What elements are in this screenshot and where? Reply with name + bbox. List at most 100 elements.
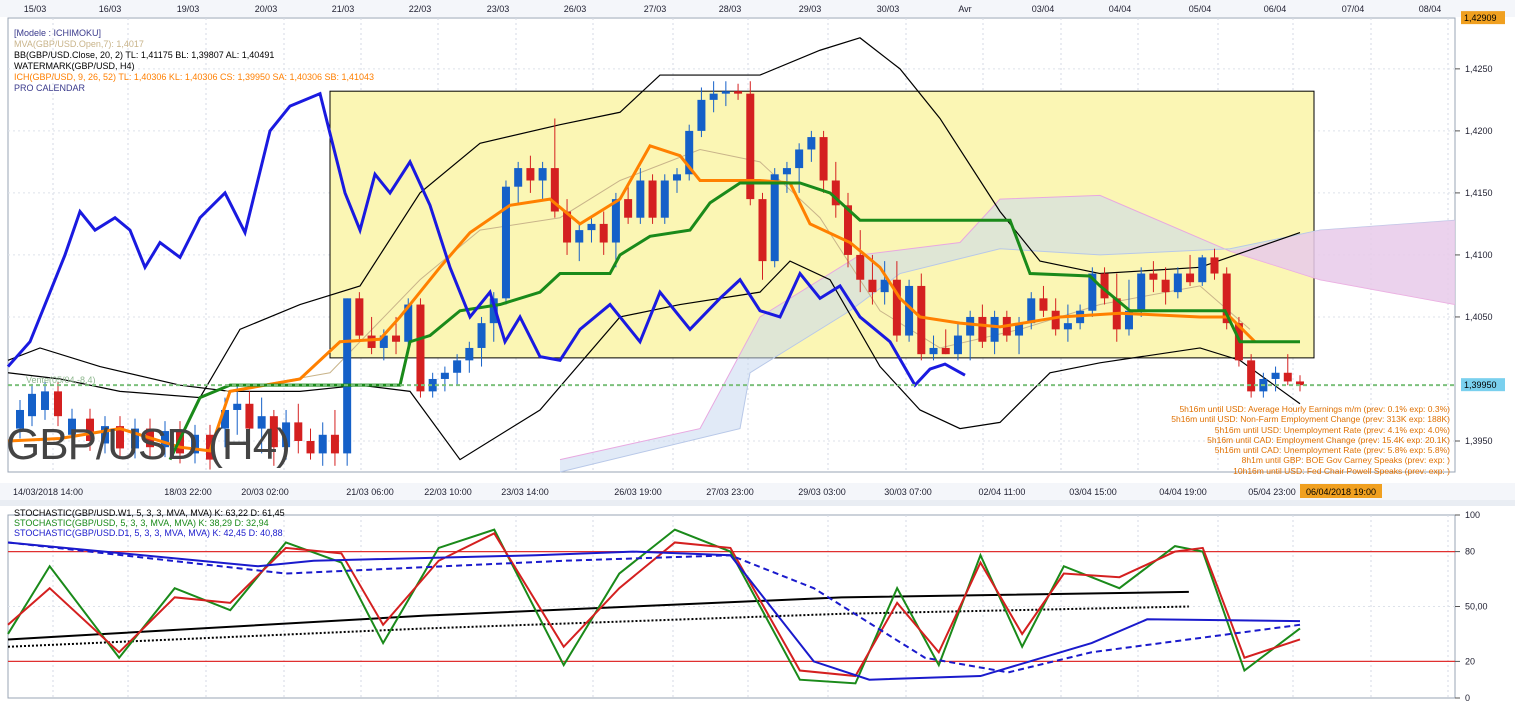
top-date-label: 08/04: [1419, 4, 1442, 14]
bottom-date-label: 21/03 06:00: [346, 487, 394, 497]
legend-stoch-w1: STOCHASTIC(GBP/USD.W1, 5, 3, 3, MVA, MVA…: [14, 508, 285, 518]
bull-candle: [929, 347, 938, 355]
bottom-date-label: 03/04 15:00: [1069, 487, 1117, 497]
bear-candle: [1186, 273, 1195, 283]
bull-candle: [770, 174, 779, 262]
cursor-date-label: 06/04/2018 19:00: [1306, 487, 1376, 497]
bear-candle: [868, 279, 877, 293]
bull-candle: [575, 230, 584, 243]
trading-chart[interactable]: 15/03 16/03 19/03 20/03 21/03 22/03 23/03 26/03…: [0, 0, 1515, 705]
top-date-label: 27/03: [644, 4, 667, 14]
bear-candle: [526, 168, 535, 181]
bull-candle: [1198, 257, 1207, 283]
bull-candle: [318, 434, 327, 454]
bottom-date-label: 04/04 19:00: [1159, 487, 1207, 497]
bear-candle: [648, 180, 657, 218]
top-date-label: 26/03: [564, 4, 587, 14]
bear-candle: [599, 223, 608, 243]
top-date-label: 23/03: [487, 4, 510, 14]
calendar-events: 5h16m until USD: Average Hourly Earnings…: [1080, 404, 1450, 476]
sell-label: Vente(05/04,-8,4): [26, 375, 96, 385]
top-price-label: 1,42909: [1464, 13, 1497, 23]
price-tick-label: 1,4250: [1465, 64, 1493, 74]
bull-candle: [807, 137, 816, 150]
bottom-date-label: 20/03 02:00: [241, 487, 289, 497]
bear-candle: [734, 91, 743, 94]
bull-candle: [1063, 323, 1072, 330]
bull-candle: [611, 199, 620, 243]
bear-candle: [54, 391, 62, 417]
watermark-label: GBP/USD (H4): [6, 420, 291, 469]
bottom-date-label: 27/03 23:00: [706, 487, 754, 497]
bear-candle: [1039, 298, 1048, 311]
bull-candle: [990, 316, 999, 342]
bear-candle: [1161, 279, 1170, 293]
legend-line-mva: MVA(GBP/USD.Open,7): 1,4017: [14, 39, 144, 49]
price-tick-label: 1,4050: [1465, 312, 1493, 322]
bull-candle: [795, 149, 804, 169]
price-tick-label: 1,4150: [1465, 188, 1493, 198]
stochastic-tick-label: 0: [1465, 693, 1470, 703]
bull-candle: [721, 91, 730, 94]
bear-candle: [1051, 310, 1060, 330]
bottom-date-label: 22/03 10:00: [424, 487, 472, 497]
top-date-label: 03/04: [1032, 4, 1055, 14]
bull-candle: [453, 360, 462, 373]
bull-candle: [966, 316, 975, 336]
calendar-event: 8h1m until GBP: BOE Gov Carney Speaks (p…: [1241, 455, 1450, 466]
top-date-label: 15/03: [24, 4, 47, 14]
calendar-event: 5h16m until CAD: Unemployment Rate (prev…: [1214, 445, 1450, 456]
top-date-label: 19/03: [177, 4, 200, 14]
current-price-label: 1,39950: [1464, 380, 1497, 390]
top-date-label: 05/04: [1189, 4, 1212, 14]
bull-candle: [233, 403, 242, 410]
legend-line-ichimoku: ICH(GBP/USD, 9, 26, 52) TL: 1,40306 KL: …: [14, 72, 375, 82]
bull-candle: [1027, 298, 1036, 324]
top-date-label: Avr: [958, 4, 971, 14]
bull-candle: [697, 99, 706, 131]
bull-candle: [1137, 273, 1146, 311]
bear-candle: [856, 254, 865, 280]
bottom-date-label: 30/03 07:00: [884, 487, 932, 497]
bear-candle: [1210, 257, 1219, 274]
bear-candle: [1149, 273, 1158, 280]
bear-candle: [416, 304, 425, 392]
bear-candle: [819, 137, 828, 181]
bear-candle: [941, 347, 950, 355]
bull-candle: [538, 168, 547, 181]
calendar-event: 5h16m until CAD: Employment Change (prev…: [1207, 434, 1450, 445]
bull-candle: [1173, 273, 1182, 293]
bull-candle: [501, 186, 510, 299]
bottom-date-label: 02/04 11:00: [979, 487, 1026, 497]
bear-candle: [306, 440, 315, 454]
price-tick-label: 1,3950: [1465, 436, 1493, 446]
bottom-date-label: 29/03 03:00: [798, 487, 846, 497]
bull-candle: [709, 93, 718, 100]
legend-stoch-h4: STOCHASTIC(GBP/USD, 5, 3, 3, MVA, MVA) K…: [14, 518, 269, 528]
top-date-bar: [0, 0, 1515, 17]
bear-candle: [392, 335, 401, 342]
bull-candle: [782, 168, 791, 175]
bull-candle: [953, 335, 962, 355]
bull-candle: [660, 180, 669, 218]
top-date-label: 30/03: [877, 4, 900, 14]
bull-candle: [1271, 372, 1280, 379]
bottom-date-label: 18/03 22:00: [164, 487, 212, 497]
bottom-date-label: 05/04 23:00: [1248, 487, 1296, 497]
bull-candle: [465, 347, 474, 361]
bull-candle: [514, 168, 523, 187]
bear-candle: [917, 285, 926, 355]
stochastic-legend: STOCHASTIC(GBP/USD.W1, 5, 3, 3, MVA, MVA…: [14, 508, 285, 538]
bear-candle: [355, 298, 364, 336]
top-date-label: 20/03: [255, 4, 278, 14]
stochastic-tick-label: 100: [1465, 510, 1480, 520]
bear-candle: [1247, 360, 1256, 392]
bear-candle: [1283, 372, 1292, 382]
top-date-label: 07/04: [1342, 4, 1365, 14]
top-date-label: 06/04: [1264, 4, 1287, 14]
price-tick-label: 1,4100: [1465, 250, 1493, 260]
bull-candle: [587, 223, 596, 231]
bull-candle: [477, 323, 486, 348]
panel-separator: [0, 500, 1515, 506]
price-tick-label: 1,4200: [1465, 126, 1493, 136]
